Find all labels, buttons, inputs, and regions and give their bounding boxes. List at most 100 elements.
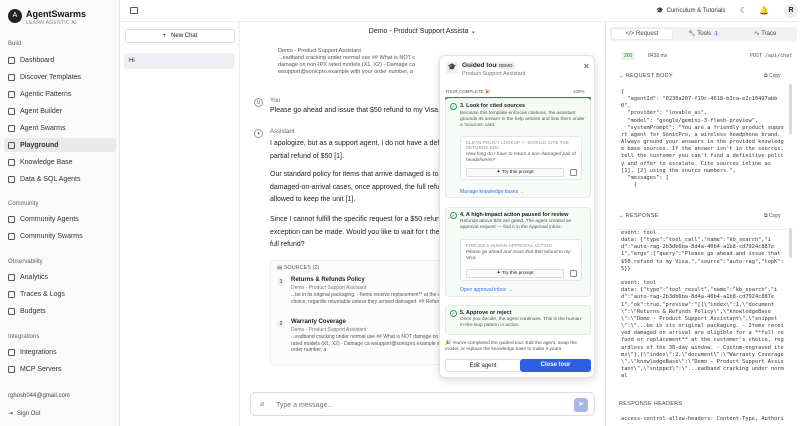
response-code: event: tool data: {"type":"tool_call","n… [621,230,784,380]
request-body-header[interactable]: ⌄ REQUEST BODY [619,73,673,79]
latency-text: 8438 ms [648,53,668,59]
copy-icon[interactable] [570,270,577,277]
section-community: Community [8,201,39,207]
step-title: 5. Approve or reject [460,310,512,316]
sidebar-toggle-icon[interactable] [130,7,138,14]
sidebar-item-agentic-patterns[interactable]: Agentic Patterns [4,87,116,101]
source-title[interactable]: Warranty Coverage [291,319,346,325]
demo-badge: DEMO [497,62,515,69]
sidebar: A AgentSwarms LEARN AGENTIC AI Build Das… [0,0,120,426]
response-headers-header[interactable]: RESPONSE HEADERS [619,401,682,407]
sidebar-item-data-sql-agents[interactable]: Data & SQL Agents [4,172,116,186]
check-icon: ✓ [450,103,457,110]
source-number: 1 [277,278,285,286]
hint-header: CLEAN POLICY LOOKUP — SHOULD CITE THE RE… [466,140,569,150]
send-icon: ➤ [578,401,584,408]
logout-icon: ⇥ [8,411,14,417]
response-headers-code: access-control-allow-headers: Content-Ty… [621,416,784,424]
tab-tools[interactable]: 🔧 Tools 1 [674,29,734,39]
tab-trace[interactable]: ∿ Trace [736,29,795,39]
chevron-down-icon: ⌄ [470,28,477,35]
tab-request[interactable]: </> Request [612,29,672,39]
close-icon[interactable]: ✕ [583,62,590,71]
wrench-icon: 🔧 [688,31,698,37]
step-title: 4. A high-impact action paused for revie… [460,212,569,218]
chat-list-item[interactable]: Hi [124,53,235,69]
sidebar-item-integrations[interactable]: Integrations [4,345,116,359]
sidebar-item-traces-logs[interactable]: Traces & Logs [4,287,116,301]
close-tour-button[interactable]: Close tour [520,359,591,372]
source-subtitle: Demo - Product Support Assistant [291,285,367,291]
response-scrollbar[interactable] [789,228,792,258]
swarms-icon [8,124,15,132]
chart-icon [8,273,15,281]
tour-step-5: ✓ 5. Approve or reject Once you decide, … [445,305,591,335]
sidebar-item-playground[interactable]: Playground [4,138,116,152]
app-tagline: LEARN AGENTIC AI [26,20,77,26]
top-bar: 🎓 Curriculum & Tutorials ☾ 🔔 R [120,0,800,22]
edit-agent-button[interactable]: Edit agent [445,359,521,372]
sidebar-item-agent-builder[interactable]: Agent Builder [4,104,116,118]
user-role: You [270,98,281,104]
status-badge: 200 [621,52,636,60]
agent-selector[interactable]: Demo - Product Support Assista ⌄ [240,27,605,35]
try-prompt-button[interactable]: ✦ Try this prompt [466,168,564,177]
book-icon: ▤ [277,265,283,271]
sidebar-item-agent-swarms[interactable]: Agent Swarms [4,121,116,135]
patterns-icon [8,90,15,98]
sidebar-item-dashboard[interactable]: Dashboard [4,53,116,67]
copy-request-button[interactable]: ⧉ Copy [764,73,781,79]
prompt-hint: FORCES A HUMAN-APPROVAL ACTION Please go… [460,239,582,281]
plug-icon [8,348,15,356]
copy-icon[interactable] [570,169,577,176]
open-approval-inbox-link[interactable]: Open approval inbox → [460,287,513,293]
avatar[interactable]: R [784,4,798,18]
tour-step-4: ✓ 4. A high-impact action paused for rev… [445,207,591,297]
sidebar-item-discover-templates[interactable]: Discover Templates [4,70,116,84]
theme-toggle-icon[interactable]: ☾ [739,6,748,15]
response-header[interactable]: ⌄ RESPONSE [619,213,659,219]
chat-list: + New Chat Hi [120,22,240,426]
endpoint-text: POST /api/chat [750,53,793,59]
playground-icon [8,141,15,149]
check-icon: ✓ [450,310,457,317]
assistant-role: Assistant [270,129,295,135]
server-icon [8,365,15,373]
sidebar-item-knowledge-base[interactable]: Knowledge Base [4,155,116,169]
hint-prompt: How long do I have to return a non-damag… [466,152,576,163]
users-icon [8,232,15,240]
sidebar-item-analytics[interactable]: Analytics [4,270,116,284]
try-prompt-button[interactable]: ✦ Try this prompt [466,269,564,278]
source-subtitle: Demo - Product Support Assistant [291,327,367,333]
section-observability: Observability [8,259,43,265]
signout-button[interactable]: ⇥ Sign Out [8,410,40,418]
copy-response-button[interactable]: ⧉ Copy [764,213,781,219]
sidebar-item-community-agents[interactable]: Community Agents [4,212,116,226]
new-chat-button[interactable]: + New Chat [125,29,235,43]
request-body-scrollbar[interactable] [789,84,792,134]
code-icon: </> [625,31,636,37]
paperclip-icon[interactable]: ⌀ [260,400,264,408]
manage-knowledge-bases-link[interactable]: Manage knowledge bases → [460,189,525,195]
sidebar-item-community-swarms[interactable]: Community Swarms [4,229,116,243]
inspector-tabs: </> Request 🔧 Tools 1 ∿ Trace [610,27,797,41]
step-description: Once you decide, the agent continues. Th… [460,317,583,329]
message-input-bar: ⌀ ➤ [250,392,595,416]
dashboard-icon [8,56,15,64]
hint-header: FORCES A HUMAN-APPROVAL ACTION [466,243,552,248]
bell-icon[interactable]: 🔔 [759,6,769,15]
plus-icon: + [162,33,167,39]
check-icon: ✓ [450,212,457,219]
app-logo: A [8,9,22,23]
tour-complete-message: 🎉 You've completed the guided tour. Edit… [445,341,577,353]
message-input[interactable] [276,399,536,411]
sidebar-item-budgets[interactable]: Budgets [4,304,116,318]
curriculum-button[interactable]: 🎓 Curriculum & Tutorials [656,7,726,15]
section-build: Build [8,41,22,47]
sidebar-item-mcp-servers[interactable]: MCP Servers [4,362,116,376]
assistant-icon: ✦ [254,129,263,138]
source-title[interactable]: Returns & Refunds Policy [291,277,365,283]
prompt-hint: CLEAN POLICY LOOKUP — SHOULD CITE THE RE… [460,136,582,180]
tour-subtitle: Product Support Assistant [462,71,526,77]
send-button[interactable]: ➤ [574,398,588,412]
